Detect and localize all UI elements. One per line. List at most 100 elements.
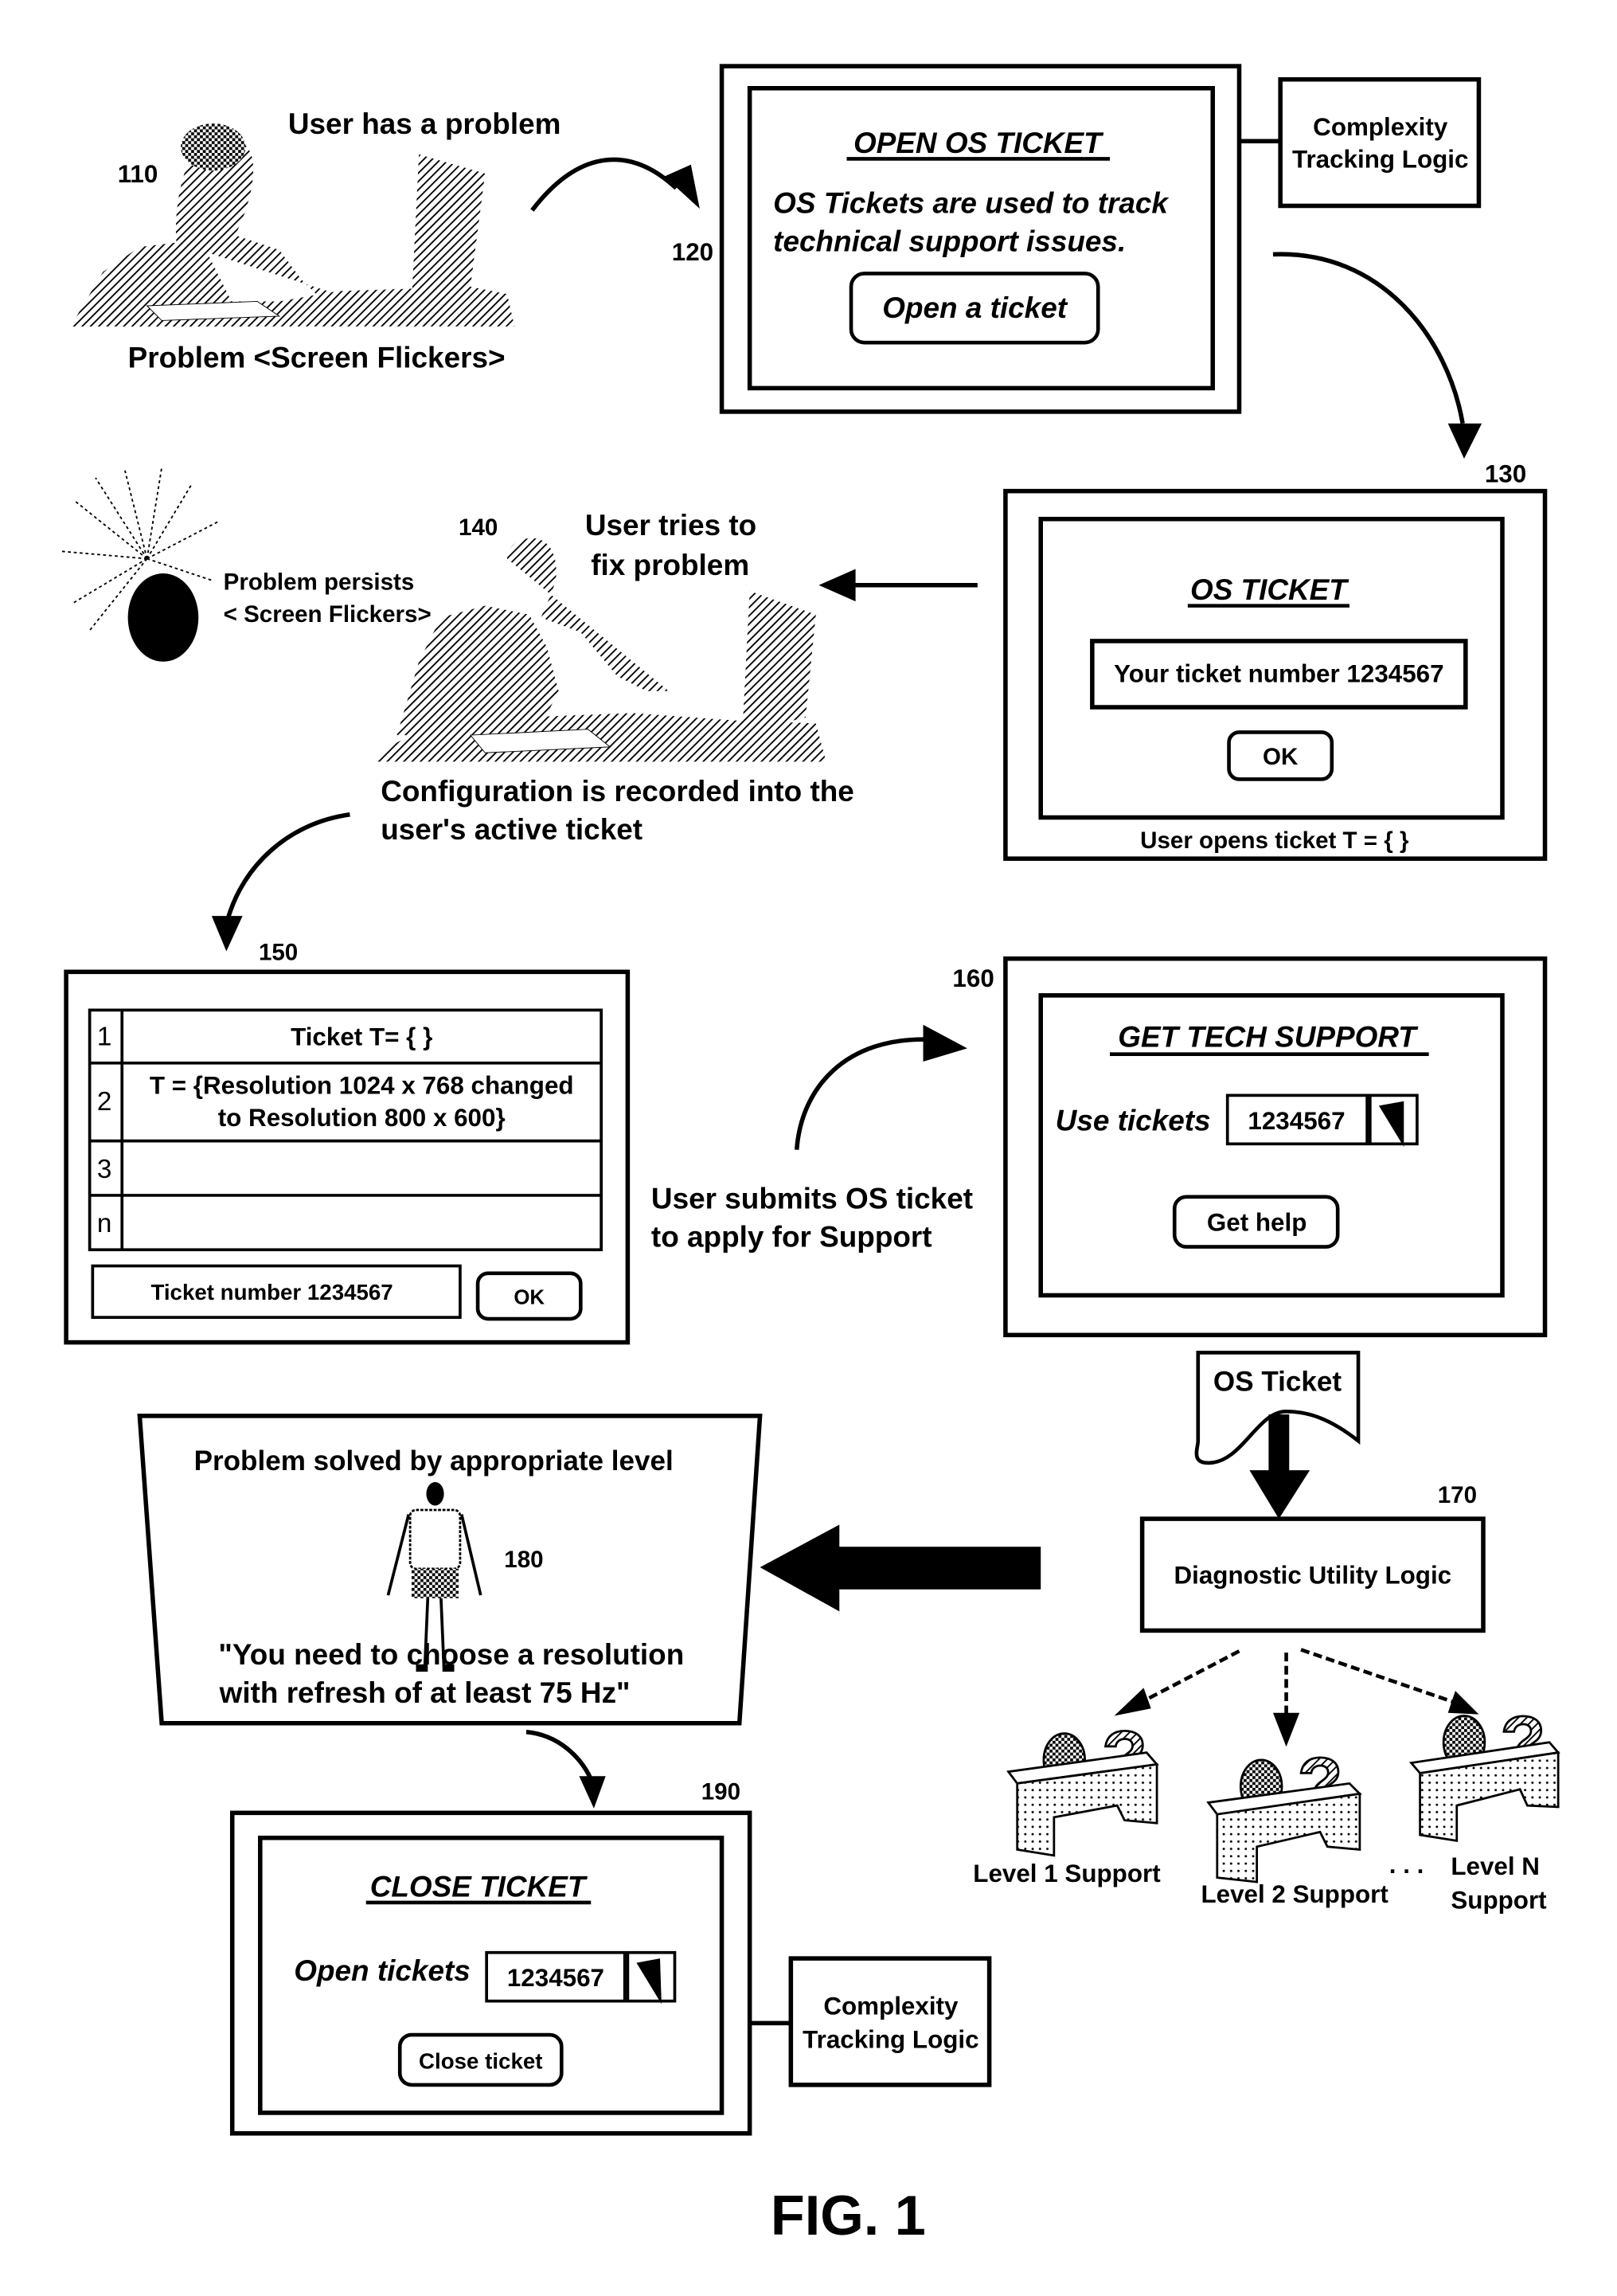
get-help-button-label[interactable]: Get help (1207, 1208, 1307, 1236)
figure-canvas: User has a problem 110 Problem <Screen F… (61, 64, 1560, 2247)
ok-button-130[interactable]: OK (1227, 730, 1334, 781)
arrow-head-level2 (1272, 1712, 1300, 1747)
step-130-os-ticket-window: 130 OS TICKET Your ticket number 1234567… (1003, 460, 1548, 861)
complexity-bottom-line1: Complexity (823, 1992, 959, 2020)
row-text-line1: Ticket T= { } (291, 1023, 432, 1051)
problem-persists-line1: Problem persists (224, 569, 415, 595)
dropdown-arrow-icon[interactable] (1378, 1101, 1404, 1148)
ok-button-130-label[interactable]: OK (1263, 744, 1299, 770)
use-tickets-label: Use tickets (1056, 1105, 1211, 1137)
levels-ellipsis: . . . (1389, 1851, 1424, 1879)
row-index: n (97, 1209, 111, 1238)
close-ticket-button-label[interactable]: Close ticket (419, 2049, 542, 2074)
window-160-title: GET TECH SUPPORT (1118, 1020, 1419, 1053)
arrow-120-to-130 (1272, 252, 1482, 460)
step-140-caption-line2: fix problem (591, 549, 749, 581)
ok-button-150[interactable]: OK (475, 1271, 583, 1321)
step-140-caption-line1: User tries to (585, 509, 756, 542)
solution-quote-line2: with refresh of at least 75 Hz" (219, 1676, 631, 1709)
ticket-number-field-text: Ticket number 1234567 (150, 1280, 393, 1304)
step-170-diagnostic: OS Ticket 170 Diagnostic Utility Logic ?… (973, 1351, 1560, 1914)
arrow-head-level1 (1114, 1688, 1151, 1716)
complexity-top-line2: Tracking Logic (1292, 145, 1468, 173)
open-tickets-value[interactable]: 1234567 (507, 1964, 604, 1992)
config-recorded-line1: Configuration is recorded into the (381, 775, 854, 808)
step-110-ref: 110 (118, 160, 158, 188)
step-190-close-ticket-window: 190 CLOSE TICKET Open tickets 1234567 Cl… (229, 1779, 992, 2136)
window-120-title: OPEN OS TICKET (853, 127, 1104, 159)
config-recorded-line2: user's active ticket (381, 813, 643, 846)
arrow-130-to-140 (818, 569, 978, 602)
step-110-user-has-problem: User has a problem 110 Problem <Screen F… (70, 108, 561, 374)
open-ticket-button[interactable]: Open a ticket (849, 272, 1100, 345)
diagnostic-utility-logic-label: Diagnostic Utility Logic (1174, 1561, 1451, 1589)
window-120-description-line2: technical support issues. (773, 225, 1126, 258)
step-120-open-ticket-window: 120 OPEN OS TICKET OS Tickets are used t… (672, 64, 1482, 414)
complexity-tracking-logic-box-top (1278, 76, 1482, 209)
row-index: 2 (97, 1087, 111, 1117)
window-120-description-line1: OS Tickets are used to track (773, 187, 1170, 220)
flicker-burst-icon (61, 467, 218, 662)
step-180-ref: 180 (504, 1547, 543, 1573)
level-2-support-label: Level 2 Support (1201, 1880, 1389, 1908)
solution-quote-line1: "You need to choose a resolution (218, 1638, 684, 1671)
table-row: 2 T = {Resolution 1024 x 768 changed to … (97, 1072, 574, 1132)
use-tickets-value[interactable]: 1234567 (1248, 1107, 1345, 1135)
complexity-bottom-line2: Tracking Logic (803, 2026, 978, 2054)
arrow-180-to-190 (525, 1730, 606, 1809)
get-help-button[interactable]: Get help (1172, 1195, 1340, 1249)
complexity-tracking-logic-box-bottom (788, 1956, 992, 2087)
step-170-ref: 170 (1438, 1482, 1477, 1508)
step-160-ref: 160 (952, 964, 994, 992)
open-ticket-button-label[interactable]: Open a ticket (882, 291, 1068, 324)
use-tickets-dropdown[interactable]: 1234567 (1225, 1093, 1419, 1148)
close-ticket-button[interactable]: Close ticket (397, 2032, 564, 2087)
arrow-110-to-120 (530, 157, 700, 212)
arrow-170-to-180 (760, 1524, 1041, 1612)
arrow-140-to-150 (211, 812, 350, 952)
step-160-get-tech-support-window: 160 GET TECH SUPPORT Use tickets 1234567… (952, 956, 1548, 1338)
window-130-title: OS TICKET (1190, 573, 1349, 606)
step-140-user-tries-fix: Problem persists < Screen Flickers> 140 … (61, 467, 854, 846)
open-tickets-label: Open tickets (294, 1954, 471, 1987)
submit-ticket-line1: User submits OS ticket (651, 1183, 973, 1215)
step-110-caption: User has a problem (288, 108, 561, 140)
support-desk-level1-icon: ? (1006, 1714, 1159, 1857)
submit-ticket-line2: to apply for Support (651, 1221, 932, 1254)
support-desk-leveln-icon: ? (1408, 1700, 1560, 1843)
step-150-ref: 150 (259, 940, 298, 966)
step-140-ref: 140 (459, 514, 498, 541)
dispatch-arrows (1134, 1648, 1456, 1718)
level-1-support-label: Level 1 Support (973, 1860, 1161, 1887)
row-index: 3 (97, 1155, 111, 1184)
arrow-head-leveln (1447, 1691, 1479, 1715)
step-150-ticket-record-window: 150 1 Ticket T= { } 2 T = {Resolution 10… (64, 940, 631, 1345)
arrow-150-to-160 (794, 1024, 967, 1150)
ticket-number-text: Your ticket number 1234567 (1114, 660, 1443, 688)
level-n-support-line2: Support (1451, 1886, 1547, 1914)
window-160-outer-frame (1003, 956, 1548, 1338)
ok-button-150-label[interactable]: OK (514, 1287, 545, 1309)
table-row: 1 Ticket T= { } (97, 1023, 432, 1052)
dropdown-arrow-icon[interactable] (636, 1958, 662, 2005)
row-text-line2: to Resolution 800 x 600} (218, 1104, 506, 1132)
table-row: 3 (97, 1155, 111, 1184)
step-180-problem-solved: Problem solved by appropriate level 180 … (137, 1414, 763, 1726)
step-130-ref: 130 (1485, 460, 1526, 488)
step-190-ref: 190 (701, 1779, 740, 1805)
complexity-top-line1: Complexity (1313, 113, 1448, 141)
support-desk-level2-icon: ? (1206, 1740, 1362, 1883)
step-120-ref: 120 (672, 238, 713, 266)
level-n-support-line1: Level N (1451, 1852, 1540, 1880)
arrow-ticket-to-diagnostic (1249, 1414, 1310, 1520)
window-130-footer: User opens ticket T = { } (1140, 827, 1409, 854)
user-at-laptop-illustration-icon (70, 123, 515, 327)
open-tickets-dropdown[interactable]: 1234567 (485, 1950, 677, 2005)
row-index: 1 (97, 1023, 111, 1052)
window-190-title: CLOSE TICKET (370, 1871, 588, 1903)
problem-persists-line2: < Screen Flickers> (224, 601, 432, 628)
table-row: n (97, 1209, 111, 1238)
step-110-problem: Problem <Screen Flickers> (128, 342, 506, 374)
row-text-line1: T = {Resolution 1024 x 768 changed (150, 1072, 574, 1100)
os-ticket-document-label: OS Ticket (1213, 1366, 1342, 1397)
